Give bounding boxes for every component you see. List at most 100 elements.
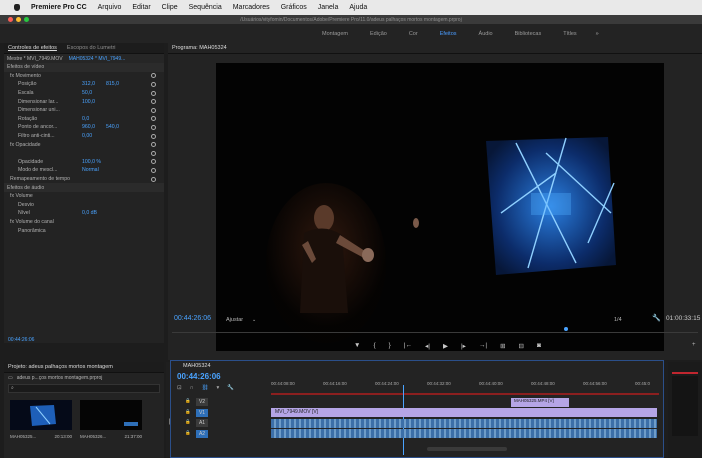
effect-param-value[interactable]: 0,00 [82,133,92,139]
close-icon[interactable] [8,17,13,22]
lock-icon[interactable]: 🔒 [185,409,191,415]
settings-wrench-icon[interactable]: 🔧 [652,314,661,322]
effect-param-row[interactable]: Ponto de ancor... 960,0 540,0 [4,123,164,132]
workspace-tab-edicao[interactable]: Edição [359,31,398,37]
program-timecode[interactable]: 00:44:26:06 [174,315,211,322]
menu-item-window[interactable]: Janela [318,4,339,11]
track-target-toggle[interactable]: A1 [196,419,208,427]
effect-param-value[interactable]: 100,0 [82,99,95,105]
track-target-toggle[interactable]: A2 [196,429,208,438]
camera-icon[interactable]: ◙ [537,342,541,350]
insert-icon[interactable]: ⊞ [500,342,505,350]
step-forward-icon[interactable]: |▸ [461,342,466,350]
effects-timecode[interactable]: 00:44:26:06 [8,337,34,343]
step-back-icon[interactable]: ◂| [425,342,430,350]
app-menu[interactable]: Premiere Pro CC [31,4,87,11]
audio-clip[interactable] [271,429,657,438]
effect-param-row[interactable]: Escala 50,0 [4,89,164,98]
menu-item-edit[interactable]: Editar [132,4,150,11]
sequence-tab[interactable]: MAH05324 [183,363,211,369]
reset-icon[interactable] [151,124,156,130]
track-row[interactable]: A1 🔒 [171,418,665,428]
effect-param-value[interactable]: 312,0 [82,81,95,87]
effect-param-row[interactable]: Dimensionar uni... [4,106,164,115]
lock-icon[interactable]: 🔒 [185,419,191,425]
playhead-icon[interactable] [564,327,568,331]
reset-icon[interactable] [151,167,156,173]
maximize-icon[interactable] [24,17,29,22]
workspace-tab-bibliotecas[interactable]: Bibliotecas [504,31,553,37]
effect-param-value[interactable]: 960,0 [82,124,95,130]
sequence-clip-label[interactable]: MAH05324 * MVI_7949... [69,56,126,62]
track-target-toggle[interactable]: V1 [196,408,208,417]
effect-param-value[interactable]: 100,0 % [82,159,101,165]
go-to-out-icon[interactable]: →| [479,342,487,350]
add-marker-icon[interactable]: ▼ [354,342,360,350]
reset-icon[interactable] [151,142,156,148]
reset-icon[interactable] [151,90,156,96]
audio-param-value[interactable]: 0,0 dB [82,210,97,216]
project-item[interactable]: MAH05325... 20:13:00 [10,400,72,439]
reset-icon[interactable] [151,99,156,105]
effect-param-row[interactable]: fx Movimento [4,72,164,81]
effect-param-row[interactable]: Rotação 0,0 [4,115,164,124]
program-tab[interactable]: Programa: MAH05324 [172,45,227,51]
menu-item-file[interactable]: Arquivo [98,4,122,11]
reset-icon[interactable] [151,81,156,87]
timeline-timecode[interactable]: 00:44:26:06 [177,372,221,381]
workspace-overflow-icon[interactable]: » [588,31,599,37]
workspace-tab-titles[interactable]: Títles [552,31,587,37]
menu-item-graphics[interactable]: Gráficos [281,4,307,11]
workspace-tab-montagem[interactable]: Montagem [311,31,359,37]
play-icon[interactable]: ▶ [443,342,448,350]
track-target-toggle[interactable]: V2 [196,398,208,406]
effect-param-value[interactable]: 540,0 [106,124,119,130]
video-clip[interactable]: MVI_7949.MOV [V] [271,408,657,417]
effect-param-row[interactable]: Opacidade 100,0 % [4,158,164,167]
effect-param-value[interactable]: 815,0 [106,81,119,87]
project-item[interactable]: MAH05326... 21:37:00 [80,400,142,439]
reset-icon[interactable] [151,150,156,156]
track-row[interactable]: A2 🔒 [171,429,665,439]
workspace-tab-efeitos[interactable]: Efeitos [429,31,468,37]
effect-param-value[interactable]: 0,0 [82,116,89,122]
effect-param-value[interactable]: Normal [82,167,99,173]
time-ruler[interactable]: 00:44:08:00 00:44:16:00 00:44:24:00 00:44:3… [271,379,661,391]
reset-icon[interactable] [151,159,156,165]
effect-param-row[interactable]: Dimensionar lar... 100,0 [4,97,164,106]
audio-param-row[interactable]: Desvio [4,201,164,210]
menu-item-markers[interactable]: Marcadores [233,4,270,11]
wrench-icon[interactable]: 🔧 [227,385,234,391]
effect-param-row[interactable]: Filtro anti-cinti... 0,00 [4,132,164,141]
reset-icon[interactable] [151,73,156,79]
project-search-input[interactable]: ⌕ [8,384,160,393]
timeline-scrollbar[interactable] [427,447,507,451]
master-clip-label[interactable]: Mestre * MVI_7949.MOV [7,56,63,62]
audio-param-row[interactable]: Panorâmica [4,226,164,235]
tab-lumetri-scopes[interactable]: Escopos do Lumetri [67,45,116,51]
linked-selection-icon[interactable]: ⛓ [202,385,209,391]
snap-icon[interactable]: ∩ [190,385,194,391]
reset-icon[interactable] [151,133,156,139]
audio-param-row[interactable]: fx Volume [4,192,164,201]
go-to-in-icon[interactable]: |← [404,342,412,350]
video-clip[interactable]: MAH05325.MP4 [V] [271,397,651,407]
program-scrub-bar[interactable] [172,327,698,333]
workspace-tab-audio[interactable]: Áudio [468,31,504,37]
menu-item-clip[interactable]: Clipe [162,4,178,11]
tab-effect-controls[interactable]: Controles de efeitos [8,45,57,51]
menu-item-sequence[interactable]: Sequência [189,4,222,11]
menu-item-help[interactable]: Ajuda [349,4,367,11]
apple-icon[interactable] [14,4,20,11]
track-row[interactable]: V2 🔒 MAH05325.MP4 [V] [171,397,665,407]
reset-icon[interactable] [151,107,156,113]
work-area-bar[interactable] [271,393,659,395]
minimize-icon[interactable] [16,17,21,22]
add-button-icon[interactable]: + [692,342,696,348]
workspace-tab-cor[interactable]: Cor [398,31,429,37]
track-row[interactable]: V1 🔒 MVI_7949.MOV [V] [171,408,665,418]
video-clip[interactable]: MAH05325.MP4 [V] [511,397,569,407]
mark-out-icon[interactable]: } [389,342,391,350]
marker-icon[interactable]: ▾ [217,385,220,391]
audio-clip[interactable] [271,418,657,428]
